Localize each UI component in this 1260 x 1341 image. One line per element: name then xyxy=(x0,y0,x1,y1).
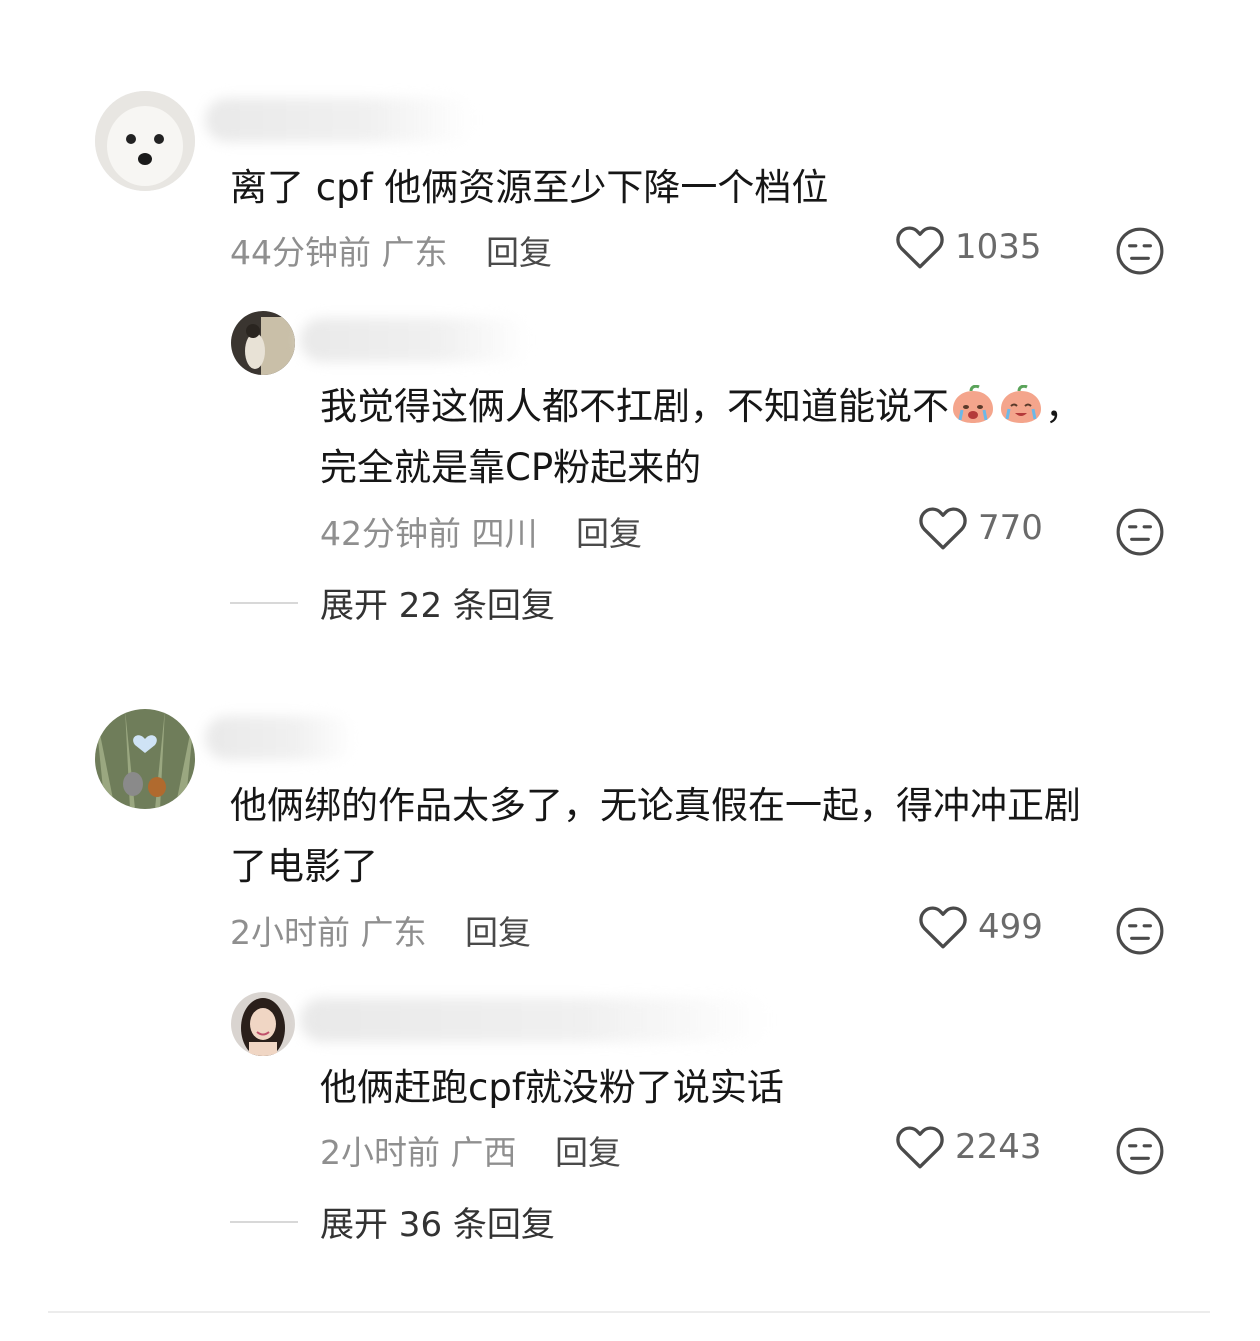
expand-replies-button[interactable]: 展开 36 条回复 xyxy=(230,1197,555,1246)
dislike-face-icon[interactable] xyxy=(1115,906,1165,956)
comment-time: 44分钟前 xyxy=(230,233,371,272)
dislike-face-icon[interactable] xyxy=(1115,507,1165,557)
comment-text: 离了 cpf 他俩资源至少下降一个档位 xyxy=(230,166,829,209)
username-blurred[interactable] xyxy=(205,716,355,760)
reply-time: 2小时前 xyxy=(320,1133,440,1172)
woman-photo-avatar[interactable] xyxy=(231,992,295,1056)
comment-time: 2小时前 xyxy=(230,913,350,952)
reply-text: 他俩赶跑cpf就没粉了说实话 xyxy=(320,1066,784,1109)
like-count: 499 xyxy=(978,907,1043,947)
expand-label: 展开 36 条回复 xyxy=(320,1205,555,1245)
dislike-face-icon[interactable] xyxy=(1115,226,1165,276)
like-count: 770 xyxy=(978,508,1043,548)
heart-icon xyxy=(919,906,967,949)
reply-text: 我觉得这俩人都不扛剧，不知道能说不 xyxy=(320,385,949,428)
comment-text-line1: 他俩绑的作品太多了，无论真假在一起，得冲冲正剧 xyxy=(230,784,1081,827)
username-blurred[interactable] xyxy=(205,98,475,142)
like-button[interactable]: 770 xyxy=(918,505,1043,551)
like-count: 1035 xyxy=(955,227,1042,267)
heart-icon xyxy=(919,507,967,550)
photo-avatar[interactable] xyxy=(231,311,295,375)
white-dog-avatar[interactable] xyxy=(95,91,195,191)
reply-time: 42分钟前 xyxy=(320,514,461,553)
reply-button[interactable]: 回复 xyxy=(465,913,531,952)
reply-text-line2: 完全就是靠CP粉起来的 xyxy=(320,446,702,489)
reply-location: 广西 xyxy=(450,1133,517,1172)
reply-button[interactable]: 回复 xyxy=(486,233,552,272)
like-button[interactable]: 1035 xyxy=(895,224,1042,270)
crying-peach-emoji xyxy=(953,385,993,423)
reply-text-line1: 我觉得这俩人都不扛剧，不知道能说不 ， xyxy=(320,377,1082,437)
heart-icon xyxy=(896,1126,944,1169)
forest-bunny-avatar[interactable] xyxy=(95,709,195,809)
reply-text-punct: ， xyxy=(1045,385,1082,428)
expand-label: 展开 22 条回复 xyxy=(320,586,555,626)
comment-location: 广东 xyxy=(381,233,448,272)
username-blurred[interactable] xyxy=(300,998,770,1042)
reply-meta: 42分钟前 四川 回复 xyxy=(320,507,642,555)
reply-location: 四川 xyxy=(471,514,538,553)
crying-peach-emoji xyxy=(1001,385,1041,423)
dislike-face-icon[interactable] xyxy=(1115,1126,1165,1176)
reply-button[interactable]: 回复 xyxy=(555,1133,621,1172)
comment-location: 广东 xyxy=(360,913,427,952)
username-blurred[interactable] xyxy=(300,318,530,362)
like-count: 2243 xyxy=(955,1127,1042,1167)
reply-meta: 2小时前 广西 回复 xyxy=(320,1126,621,1174)
expand-line xyxy=(230,601,298,604)
comment-meta: 2小时前 广东 回复 xyxy=(230,906,531,954)
comment-text-line2: 了电影了 xyxy=(230,845,378,888)
heart-icon xyxy=(896,226,944,269)
reply-button[interactable]: 回复 xyxy=(576,514,642,553)
section-divider xyxy=(48,1311,1210,1313)
like-button[interactable]: 2243 xyxy=(895,1124,1042,1170)
expand-line xyxy=(230,1220,298,1223)
expand-replies-button[interactable]: 展开 22 条回复 xyxy=(230,578,555,627)
comment-meta: 44分钟前 广东 回复 xyxy=(230,226,552,274)
like-button[interactable]: 499 xyxy=(918,904,1043,950)
